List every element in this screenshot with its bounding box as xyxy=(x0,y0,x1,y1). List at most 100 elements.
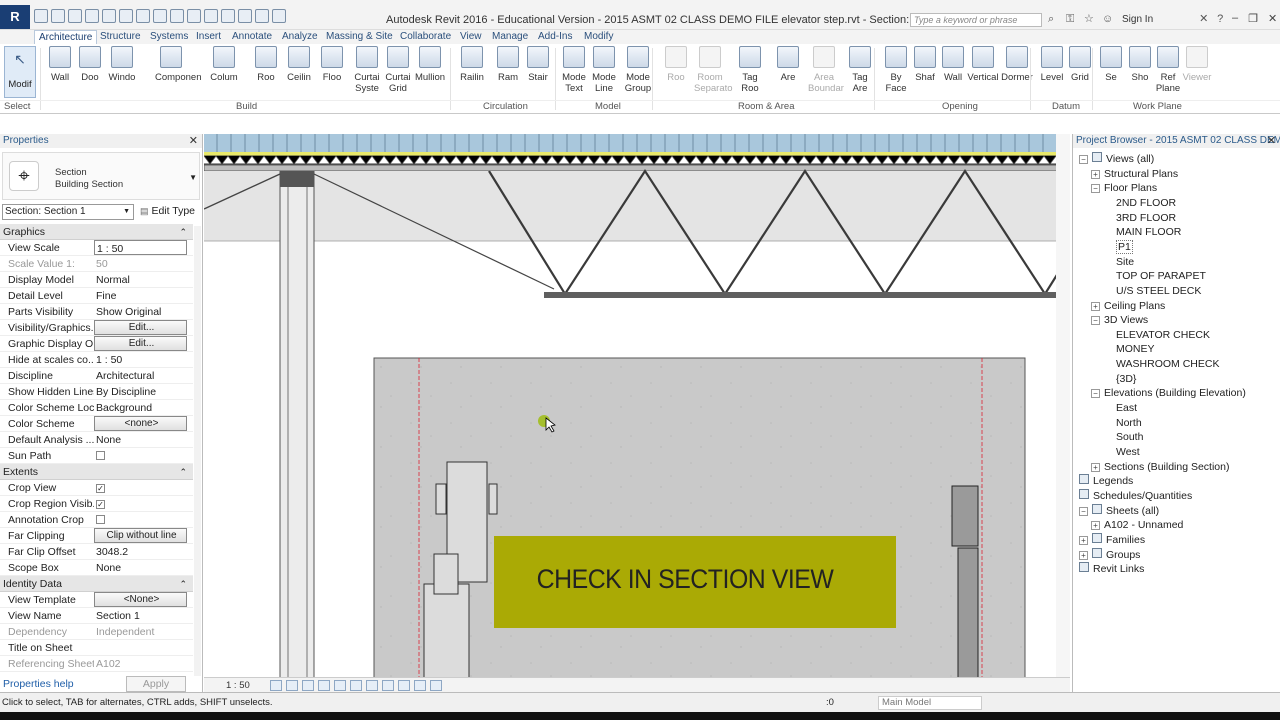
category-graphics[interactable]: Graphics ⌃ xyxy=(0,224,193,240)
open-icon[interactable] xyxy=(34,9,48,23)
browser-node[interactable]: MONEY xyxy=(1116,342,1155,356)
checkbox[interactable] xyxy=(96,515,105,524)
ribbon-floo-button[interactable]: Floo xyxy=(316,46,348,83)
panel-label-model[interactable]: Model xyxy=(595,101,621,112)
switch-windows-icon[interactable] xyxy=(272,9,286,23)
tab-analyze[interactable]: Analyze xyxy=(278,30,322,44)
property-value[interactable]: <none> xyxy=(94,416,187,431)
temporary-hide-icon[interactable] xyxy=(382,680,394,691)
property-value[interactable]: Show Original xyxy=(94,304,187,319)
checkbox[interactable]: ✓ xyxy=(96,484,105,493)
minimize-icon[interactable]: – xyxy=(1232,12,1238,25)
ribbon-tag-roo-button[interactable]: Tag Roo xyxy=(734,46,766,94)
sync-icon[interactable] xyxy=(68,9,82,23)
3d-view-icon[interactable] xyxy=(204,9,218,23)
application-menu-button[interactable]: R xyxy=(0,5,30,29)
restore-icon[interactable]: ❐ xyxy=(1248,12,1258,25)
expand-icon[interactable]: + xyxy=(1091,169,1100,179)
collapse-icon[interactable]: ⌃ xyxy=(179,464,187,480)
browser-node[interactable]: Revit Links xyxy=(1079,562,1144,576)
crop-region-icon[interactable] xyxy=(366,680,378,691)
property-value[interactable] xyxy=(94,640,187,655)
help-icon[interactable]: ? xyxy=(1217,13,1229,25)
checkbox[interactable]: ✓ xyxy=(96,500,105,509)
visual-style-icon[interactable] xyxy=(286,680,298,691)
browser-node[interactable]: P1 xyxy=(1116,239,1133,254)
tab-manage[interactable]: Manage xyxy=(488,30,532,44)
ribbon-mullion-button[interactable]: Mullion xyxy=(414,46,446,83)
browser-node[interactable]: − Elevations (Building Elevation) xyxy=(1091,386,1246,400)
close-icon[interactable]: ✕ xyxy=(1268,12,1277,25)
ribbon-viewer-button[interactable]: Viewer xyxy=(1181,46,1213,83)
ribbon-roo-button[interactable]: Roo xyxy=(660,46,692,83)
tab-modify[interactable]: Modify xyxy=(580,30,617,44)
edit-type-button[interactable]: ▤ Edit Type xyxy=(140,205,195,217)
close-icon[interactable]: ✕ xyxy=(1267,134,1276,148)
thin-lines-icon[interactable] xyxy=(238,9,252,23)
sun-path-icon[interactable] xyxy=(302,680,314,691)
property-value[interactable] xyxy=(94,448,187,463)
ribbon-wall-button[interactable]: Wall xyxy=(937,46,969,83)
tab-collaborate[interactable]: Collaborate xyxy=(396,30,455,44)
shadows-icon[interactable] xyxy=(318,680,330,691)
ribbon-stair-button[interactable]: Stair xyxy=(522,46,554,83)
ribbon-ceilin-button[interactable]: Ceilin xyxy=(283,46,315,83)
ribbon-area-boundar-button[interactable]: Area Boundar xyxy=(808,46,844,94)
collapse-icon[interactable]: − xyxy=(1091,316,1100,326)
expand-icon[interactable]: + xyxy=(1091,462,1100,472)
category-identity-data[interactable]: Identity Data ⌃ xyxy=(0,576,193,592)
property-value[interactable]: 1 : 50 xyxy=(94,240,187,255)
panel-label-work-plane[interactable]: Work Plane xyxy=(1133,101,1182,112)
browser-node[interactable]: ELEVATOR CHECK xyxy=(1116,328,1210,342)
ribbon-curtai-syste-button[interactable]: Curtai Syste xyxy=(351,46,383,94)
render-icon[interactable] xyxy=(334,680,346,691)
reveal-hidden-icon[interactable] xyxy=(398,680,410,691)
collapse-icon[interactable]: − xyxy=(1079,155,1088,164)
property-value[interactable]: None xyxy=(94,432,187,447)
ribbon-ref-plane-button[interactable]: Ref Plane xyxy=(1152,46,1184,94)
ribbon-mode-line-button[interactable]: Mode Line xyxy=(588,46,620,94)
browser-node[interactable]: U/S STEEL DECK xyxy=(1116,284,1201,298)
close-icon[interactable]: ✕ xyxy=(189,134,198,148)
ribbon-mode-text-button[interactable]: Mode Text xyxy=(558,46,590,94)
section-view-canvas[interactable]: CHECK IN SECTION VIEW xyxy=(204,134,1070,692)
instance-filter-select[interactable]: Section: Section 1 ▼ xyxy=(2,204,134,220)
browser-node[interactable]: 2ND FLOOR xyxy=(1116,196,1176,210)
section-icon[interactable] xyxy=(221,9,235,23)
analytical-model-icon[interactable] xyxy=(414,680,426,691)
property-value[interactable]: Independent xyxy=(94,624,187,639)
panel-label-select[interactable]: Select xyxy=(4,101,30,112)
ribbon-curtai-grid-button[interactable]: Curtai Grid xyxy=(382,46,414,94)
ribbon-are-button[interactable]: Are xyxy=(772,46,804,83)
binoculars-icon[interactable]: ⌕ xyxy=(1048,13,1060,25)
user-icon[interactable]: ☺ xyxy=(1102,13,1114,25)
browser-node[interactable]: East xyxy=(1116,401,1137,415)
subscription-icon[interactable]: ⚿ xyxy=(1066,13,1078,25)
chevron-down-icon[interactable]: ▼ xyxy=(189,173,197,182)
tab-view[interactable]: View xyxy=(456,30,486,44)
collapse-icon[interactable]: ⌃ xyxy=(179,224,187,240)
ribbon-doo-button[interactable]: Doo xyxy=(74,46,106,83)
browser-node[interactable]: + Groups xyxy=(1079,547,1140,562)
favorites-icon[interactable]: ☆ xyxy=(1084,13,1096,25)
expand-icon[interactable]: + xyxy=(1079,535,1088,545)
panel-label-opening[interactable]: Opening xyxy=(942,101,978,112)
property-value[interactable]: Edit... xyxy=(94,336,187,351)
ribbon-ram-button[interactable]: Ram xyxy=(492,46,524,83)
browser-node[interactable]: + Ceiling Plans xyxy=(1091,299,1165,313)
ribbon-roo-button[interactable]: Roo xyxy=(250,46,282,83)
ribbon-wall-button[interactable]: Wall xyxy=(44,46,76,83)
browser-node[interactable]: − Floor Plans xyxy=(1091,181,1157,195)
search-input[interactable]: Type a keyword or phrase xyxy=(910,13,1042,27)
canvas-vertical-scrollbar[interactable] xyxy=(1056,134,1070,677)
browser-node[interactable]: 3RD FLOOR xyxy=(1116,211,1176,225)
exchange-icon[interactable]: ✕ xyxy=(1199,13,1211,25)
browser-node[interactable]: {3D} xyxy=(1116,372,1136,386)
close-hidden-icon[interactable] xyxy=(255,9,269,23)
browser-node[interactable]: + Sections (Building Section) xyxy=(1091,460,1229,474)
property-value[interactable]: Section 1 xyxy=(94,608,187,623)
property-value[interactable]: ✓ xyxy=(94,496,187,511)
checkbox[interactable] xyxy=(96,451,105,460)
property-value[interactable]: 1 : 50 xyxy=(94,352,187,367)
browser-node[interactable]: + Structural Plans xyxy=(1091,167,1178,181)
